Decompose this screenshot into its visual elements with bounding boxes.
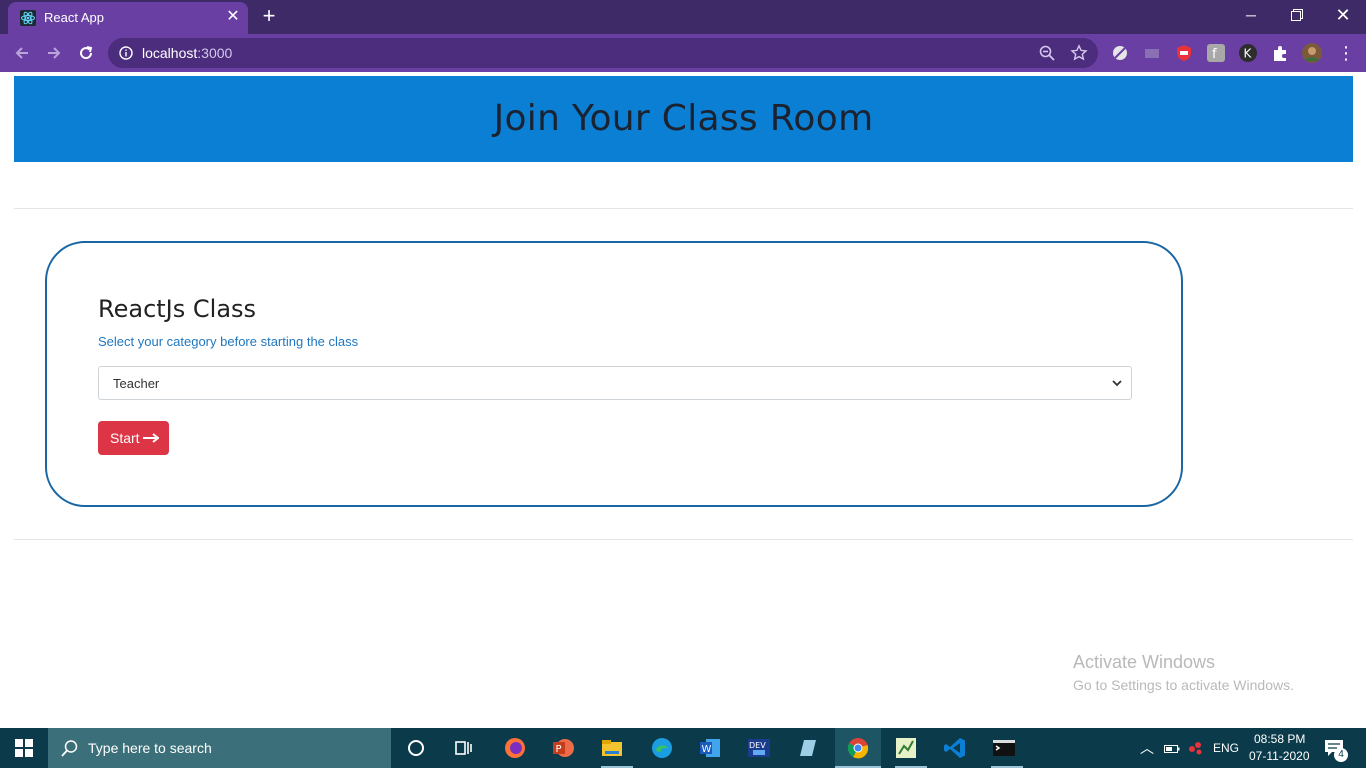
clock-time[interactable]: 08:58 PM: [1254, 732, 1305, 746]
extension-k-icon[interactable]: K: [1238, 43, 1258, 63]
arrow-right-icon: [143, 433, 159, 443]
divider-top: [14, 208, 1353, 209]
windows-taskbar: Type here to search P W DEV ︿ ENG 08:58 …: [0, 728, 1366, 768]
extension-shield-icon[interactable]: [1174, 43, 1194, 63]
card-title: ReactJs Class: [98, 295, 257, 323]
url-text[interactable]: localhost:3000: [142, 45, 232, 61]
network-error-icon[interactable]: [1188, 740, 1204, 756]
devcpp-icon[interactable]: DEV: [747, 736, 771, 760]
taskbar-search-placeholder: Type here to search: [88, 740, 212, 756]
start-button-label: Start: [110, 430, 140, 446]
taskbar-chrome-active[interactable]: [835, 728, 881, 768]
arrow-right-icon: [48, 47, 61, 59]
notification-count-badge: 4: [1334, 748, 1348, 762]
url-port: :3000: [197, 45, 233, 61]
battery-icon[interactable]: [1164, 743, 1180, 755]
windows-logo-icon: [15, 739, 33, 757]
browser-tab-strip: React App ✕ + ─ ✕: [0, 0, 1366, 34]
activate-windows-hint: Go to Settings to activate Windows.: [1073, 677, 1294, 693]
tab-title: React App: [44, 10, 104, 25]
notes-app-icon[interactable]: [796, 736, 820, 760]
category-select[interactable]: Teacher: [98, 366, 1132, 400]
chart-app-icon[interactable]: [894, 736, 918, 760]
svg-text:DEV: DEV: [749, 741, 766, 750]
reload-icon: [80, 46, 93, 60]
forward-button[interactable]: [42, 41, 66, 65]
task-view-icon[interactable]: [452, 736, 476, 760]
tray-overflow-chevron-icon[interactable]: ︿: [1140, 738, 1154, 758]
terminal-icon[interactable]: [992, 736, 1016, 760]
start-button[interactable]: Start: [98, 421, 169, 455]
cortana-icon[interactable]: [404, 736, 428, 760]
browser-toolbar: localhost:3000 f K ⋮: [0, 34, 1366, 72]
chevron-down-icon: [1112, 380, 1122, 387]
taskbar-search[interactable]: Type here to search: [48, 728, 391, 768]
clock-date[interactable]: 07-11-2020: [1249, 749, 1310, 763]
close-window-button[interactable]: ✕: [1320, 0, 1366, 30]
extension-cart-icon[interactable]: [1142, 43, 1162, 63]
notification-center-button[interactable]: 4: [1318, 736, 1348, 762]
svg-text:f: f: [1212, 47, 1217, 62]
activate-windows-title: Activate Windows: [1073, 652, 1216, 672]
class-card: ReactJs Class Select your category befor…: [45, 241, 1183, 507]
chrome-icon: [847, 738, 869, 759]
profile-avatar[interactable]: [1302, 43, 1322, 63]
svg-text:W: W: [702, 744, 712, 755]
vscode-icon[interactable]: [943, 736, 967, 760]
restore-icon: [1291, 9, 1303, 21]
svg-text:P: P: [556, 744, 562, 755]
bookmark-star-icon[interactable]: [1070, 44, 1088, 62]
new-tab-button[interactable]: +: [258, 5, 280, 28]
zoom-out-icon[interactable]: [1038, 44, 1056, 62]
windows-start-button[interactable]: [0, 728, 48, 768]
file-explorer-icon[interactable]: [600, 736, 624, 760]
close-tab-icon[interactable]: ✕: [224, 8, 242, 26]
extension-block-icon[interactable]: [1110, 43, 1130, 63]
category-select-value: Teacher: [113, 376, 160, 391]
language-indicator[interactable]: ENG: [1213, 741, 1239, 755]
extension-f-icon[interactable]: f: [1206, 43, 1226, 63]
card-subtitle: Select your category before starting the…: [98, 334, 359, 349]
divider-bottom: [14, 539, 1353, 540]
page-content: Join Your Class Room ReactJs Class Selec…: [0, 72, 1366, 728]
extensions-puzzle-icon[interactable]: [1270, 43, 1290, 63]
url-host: localhost: [142, 45, 198, 61]
svg-text:K: K: [1244, 47, 1253, 61]
header-banner: Join Your Class Room: [14, 76, 1353, 162]
react-icon: [20, 10, 36, 26]
page-title: Join Your Class Room: [493, 98, 874, 139]
tab-react-app[interactable]: React App ✕: [8, 2, 248, 34]
info-icon[interactable]: [119, 46, 133, 60]
word-icon[interactable]: W: [698, 736, 722, 760]
powerpoint-icon[interactable]: P: [551, 736, 575, 760]
minimize-window-button[interactable]: ─: [1228, 0, 1274, 30]
edge-icon[interactable]: [650, 736, 674, 760]
search-icon: [61, 740, 78, 757]
arrow-left-icon: [15, 47, 28, 59]
restore-window-button[interactable]: [1274, 0, 1320, 30]
firefox-icon[interactable]: [503, 736, 527, 760]
browser-menu-button[interactable]: ⋮: [1334, 41, 1358, 65]
address-bar[interactable]: localhost:3000: [108, 38, 1098, 68]
reload-button[interactable]: [74, 41, 98, 65]
back-button[interactable]: [10, 41, 34, 65]
